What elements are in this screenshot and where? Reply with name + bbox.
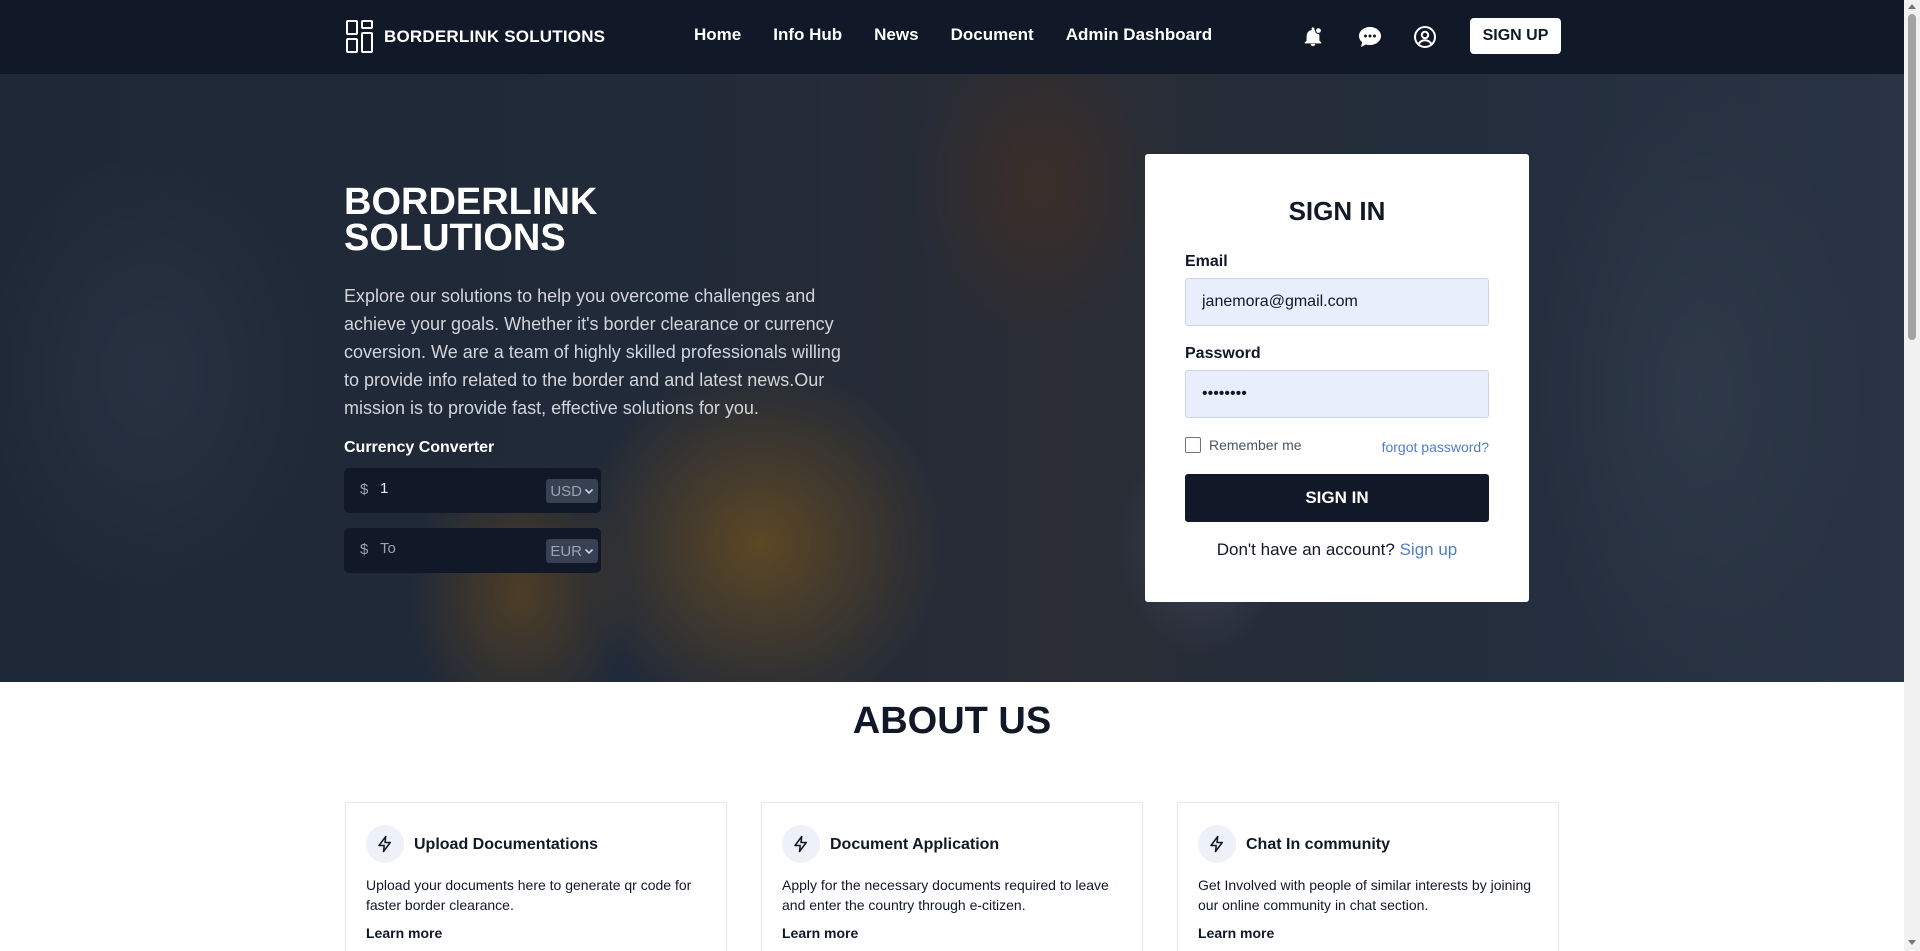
hero-section: BORDERLINK SOLUTIONS Explore our solutio… xyxy=(0,74,1904,682)
currency-to-field: $ EUR xyxy=(344,528,601,573)
hero-background-image xyxy=(0,74,1904,682)
signup-link[interactable]: Sign up xyxy=(1400,540,1458,559)
nav-link-document[interactable]: Document xyxy=(951,25,1034,45)
learn-more-link[interactable]: Learn more xyxy=(1198,925,1274,941)
currency-converter-label: Currency Converter xyxy=(344,439,495,456)
nav-link-home[interactable]: Home xyxy=(694,25,741,45)
chevron-down-icon xyxy=(584,488,594,495)
password-label: Password xyxy=(1185,345,1261,362)
feature-title: Document Application xyxy=(830,836,1000,853)
scrollbar-thumb[interactable] xyxy=(1908,14,1916,340)
email-label: Email xyxy=(1185,253,1228,270)
hero-description: Explore our solutions to help you overco… xyxy=(344,286,841,418)
feature-description: Upload your documents here to generate q… xyxy=(366,877,692,913)
feature-card-application: Document Application Apply for the neces… xyxy=(761,802,1143,951)
currency-to-code: EUR xyxy=(550,542,582,560)
about-title: ABOUT US xyxy=(852,700,1052,742)
chat-icon[interactable] xyxy=(1357,24,1383,50)
remember-me: Remember me xyxy=(1185,437,1302,453)
password-field[interactable] xyxy=(1185,370,1489,418)
signin-title: SIGN IN xyxy=(1288,196,1386,226)
scroll-down-arrow-icon[interactable] xyxy=(1908,940,1916,945)
lightning-icon xyxy=(366,825,404,863)
dollar-prefix: $ xyxy=(360,481,369,498)
lightning-icon xyxy=(1198,825,1236,863)
user-circle-icon[interactable] xyxy=(1412,24,1438,50)
currency-from-code: USD xyxy=(550,482,582,500)
currency-to-select[interactable]: EUR xyxy=(546,539,598,563)
chevron-down-icon xyxy=(584,548,594,555)
feature-card-community: Chat In community Get Involved with peop… xyxy=(1177,802,1559,951)
remember-me-label: Remember me xyxy=(1209,437,1302,453)
forgot-password-link[interactable]: forgot password? xyxy=(1382,439,1489,455)
brand-name: BORDERLINK SOLUTIONS xyxy=(384,26,606,46)
signup-button[interactable]: SIGN UP xyxy=(1470,18,1561,54)
dollar-prefix: $ xyxy=(360,541,369,558)
email-field[interactable] xyxy=(1185,278,1489,326)
feature-description: Apply for the necessary documents requir… xyxy=(782,877,1109,913)
hero-title: BORDERLINK SOLUTIONS xyxy=(344,181,598,259)
learn-more-link[interactable]: Learn more xyxy=(366,925,442,941)
dashboard-grid-icon xyxy=(346,20,374,53)
feature-description: Get Involved with people of similar inte… xyxy=(1198,877,1532,913)
feature-card-upload: Upload Documentations Upload your docume… xyxy=(345,802,727,951)
page-scrollbar[interactable] xyxy=(1904,0,1920,951)
learn-more-link[interactable]: Learn more xyxy=(782,925,858,941)
top-navbar: BORDERLINK SOLUTIONS Home Info Hub News … xyxy=(0,0,1904,74)
signin-card: SIGN IN Email Password Remember me forgo… xyxy=(1145,154,1529,602)
feature-title: Chat In community xyxy=(1246,836,1391,853)
nav-link-info-hub[interactable]: Info Hub xyxy=(773,25,842,45)
main-nav: Home Info Hub News Document Admin Dashbo… xyxy=(694,25,1212,45)
currency-from-field: $ USD xyxy=(344,468,601,513)
remember-me-checkbox[interactable] xyxy=(1185,437,1201,453)
currency-to-input[interactable] xyxy=(380,540,540,557)
brand[interactable]: BORDERLINK SOLUTIONS xyxy=(346,20,605,53)
currency-from-select[interactable]: USD xyxy=(546,479,598,503)
no-account-prompt: Don't have an account? Sign up xyxy=(1145,540,1529,560)
currency-from-input[interactable] xyxy=(380,480,540,497)
nav-link-admin-dashboard[interactable]: Admin Dashboard xyxy=(1066,25,1212,45)
bell-icon[interactable] xyxy=(1300,24,1326,50)
scroll-up-arrow-icon[interactable] xyxy=(1908,4,1916,9)
signin-button[interactable]: SIGN IN xyxy=(1185,474,1489,522)
lightning-icon xyxy=(782,825,820,863)
nav-link-news[interactable]: News xyxy=(874,25,918,45)
no-account-text: Don't have an account? xyxy=(1216,540,1395,559)
feature-title: Upload Documentations xyxy=(414,836,599,853)
